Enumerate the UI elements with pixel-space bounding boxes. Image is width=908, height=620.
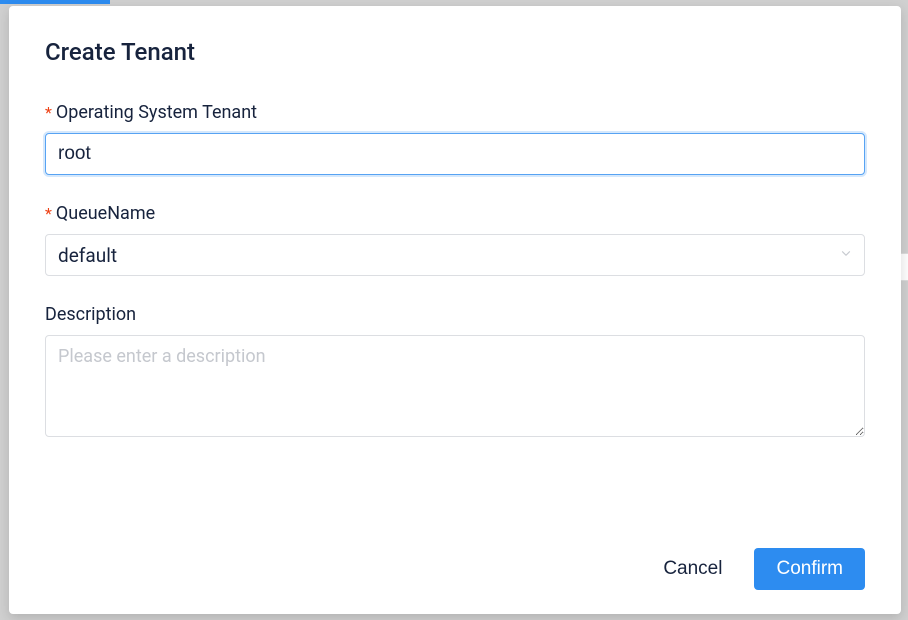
description-textarea[interactable] (45, 335, 865, 437)
description-field-group: Description (45, 304, 865, 441)
tenant-input[interactable] (45, 133, 865, 175)
queue-select[interactable]: default (45, 234, 865, 276)
queue-select-display[interactable]: default (45, 234, 865, 276)
modal-footer: Cancel Confirm (45, 528, 865, 590)
confirm-button[interactable]: Confirm (754, 548, 865, 590)
description-label: Description (45, 304, 865, 325)
tenant-label-text: Operating System Tenant (56, 102, 257, 123)
tenant-label: *Operating System Tenant (45, 102, 865, 123)
create-tenant-modal: Create Tenant *Operating System Tenant *… (9, 6, 901, 614)
required-marker: * (45, 204, 52, 223)
queue-label: *QueueName (45, 203, 865, 224)
tenant-field-group: *Operating System Tenant (45, 102, 865, 175)
modal-title: Create Tenant (45, 38, 865, 66)
required-marker: * (45, 103, 52, 122)
queue-field-group: *QueueName default (45, 203, 865, 276)
cancel-button[interactable]: Cancel (659, 550, 726, 588)
queue-label-text: QueueName (56, 203, 155, 224)
queue-selected-value: default (58, 244, 117, 267)
backdrop-accent (0, 0, 110, 4)
